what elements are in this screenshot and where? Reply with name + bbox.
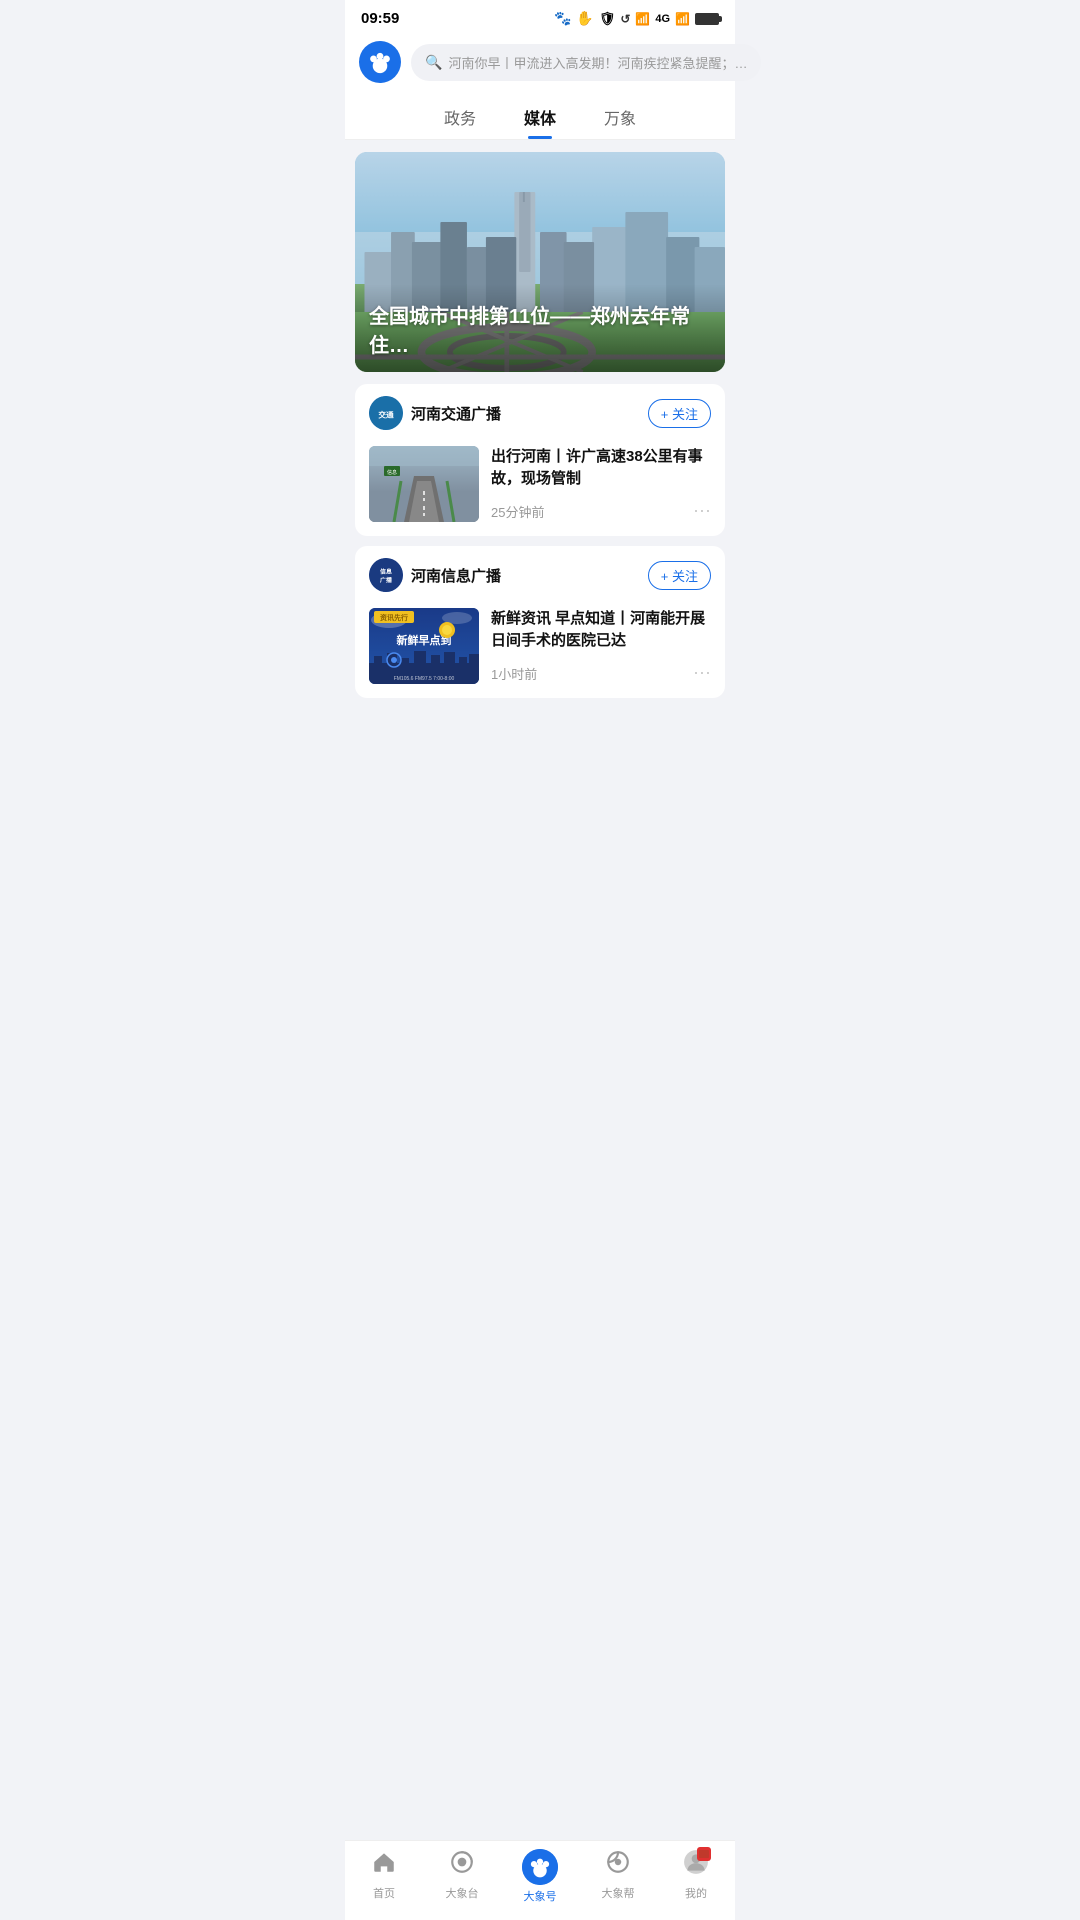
media-source-traffic: 交通 河南交通广播 + 关注 (355, 384, 725, 438)
daxianghao-icon (522, 1849, 558, 1885)
svg-text:交通: 交通 (378, 409, 394, 419)
fresh-thumb-svg: 资讯先行 新鲜早点到 (369, 608, 479, 684)
badge-inner (699, 1850, 709, 1858)
follow-btn-traffic[interactable]: + 关注 (648, 399, 711, 428)
source-left-traffic: 交通 河南交通广播 (369, 396, 501, 430)
source-name-info: 河南信息广播 (411, 565, 501, 586)
tab-politics[interactable]: 政务 (440, 99, 480, 139)
nav-daxiangbang-label: 大象帮 (602, 1885, 635, 1901)
svg-text:信息: 信息 (387, 469, 397, 476)
avatar-wrap (683, 1849, 709, 1882)
news-time-traffic: 25分钟前 (491, 502, 544, 521)
home-icon (371, 1849, 397, 1882)
svg-text:信息: 信息 (380, 567, 392, 575)
news-footer-traffic: 25分钟前 ⋯ (491, 501, 711, 522)
shield-icon: 🛡 (599, 11, 616, 27)
status-icons: 🐾 ✋ 🛡 ↺ 📶 4G 📶 (554, 10, 719, 27)
news-item-traffic[interactable]: 信息 出行河南丨许广高速38公里有事故，现场管制 25分钟前 ⋯ (355, 438, 725, 536)
thumb-fresh-bg: 资讯先行 新鲜早点到 (369, 608, 479, 684)
road-thumb-svg: 信息 (369, 446, 479, 522)
avatar-info-radio: 信息 广播 (369, 558, 403, 592)
traffic-radio-logo: 交通 (369, 396, 403, 430)
bottom-nav: 首页 大象台 大象号 (345, 1840, 735, 1920)
news-thumb-info: 资讯先行 新鲜早点到 (369, 608, 479, 684)
time: 09:59 (361, 10, 399, 27)
daxiangtai-icon (449, 1849, 475, 1882)
media-source-info: 信息 广播 河南信息广播 + 关注 (355, 546, 725, 600)
app-logo[interactable] (359, 41, 401, 83)
paw-logo-icon (367, 49, 393, 75)
avatar-traffic-radio: 交通 (369, 396, 403, 430)
nav-daxianghao[interactable]: 大象号 (510, 1849, 570, 1904)
header: 🔍 河南你早丨甲流进入高发期！河南疾控紧急提醒；… (345, 33, 735, 93)
battery-icon (695, 13, 719, 25)
search-icon: 🔍 (425, 54, 442, 71)
follow-btn-info[interactable]: + 关注 (648, 561, 711, 590)
news-footer-info: 1小时前 ⋯ (491, 663, 711, 684)
nav-mine[interactable]: 我的 (666, 1849, 726, 1904)
main-content: 全国城市中排第11位——郑州去年常住… 交通 河南交通广播 + 关注 (345, 152, 735, 788)
status-bar: 09:59 🐾 ✋ 🛡 ↺ 📶 4G 📶 (345, 0, 735, 33)
nav-daxiangbang[interactable]: 大象帮 (588, 1849, 648, 1904)
tab-world[interactable]: 万象 (600, 99, 640, 139)
news-content-traffic: 出行河南丨许广高速38公里有事故，现场管制 25分钟前 ⋯ (491, 446, 711, 522)
hero-banner[interactable]: 全国城市中排第11位——郑州去年常住… (355, 152, 725, 372)
news-card-info: 信息 广播 河南信息广播 + 关注 (355, 546, 725, 698)
news-title-traffic: 出行河南丨许广高速38公里有事故，现场管制 (491, 446, 711, 490)
paw-icon: 🐾 (554, 10, 571, 27)
4g-label: 4G (655, 13, 670, 25)
nav-daxiangtai[interactable]: 大象台 (432, 1849, 492, 1904)
search-bar[interactable]: 🔍 河南你早丨甲流进入高发期！河南疾控紧急提醒；… (411, 44, 761, 81)
news-card-traffic: 交通 河南交通广播 + 关注 (355, 384, 725, 536)
svg-text:FM105.6 FM97.5 7:00-8:00: FM105.6 FM97.5 7:00-8:00 (394, 676, 455, 682)
info-radio-logo: 信息 广播 (369, 558, 403, 592)
more-btn-info[interactable]: ⋯ (693, 663, 711, 684)
avatar-badge (697, 1847, 711, 1861)
signal-icon: 📶 (675, 12, 690, 26)
search-placeholder-text: 河南你早丨甲流进入高发期！河南疾控紧急提醒；… (448, 53, 747, 72)
news-title-info: 新鲜资讯 早点知道丨河南能开展日间手术的医院已达 (491, 608, 711, 652)
wifi-rotate-icon: ↺ (620, 12, 630, 26)
hero-overlay: 全国城市中排第11位——郑州去年常住… (355, 284, 725, 372)
daxiangbang-icon (605, 1849, 631, 1882)
source-left-info: 信息 广播 河南信息广播 (369, 558, 501, 592)
hero-title: 全国城市中排第11位——郑州去年常住… (369, 300, 711, 358)
news-thumb-traffic: 信息 (369, 446, 479, 522)
tab-media[interactable]: 媒体 (520, 99, 560, 139)
nav-home-label: 首页 (373, 1885, 395, 1901)
thumb-road-bg: 信息 (369, 446, 479, 522)
hand-icon: ✋ (576, 10, 593, 27)
svg-text:广播: 广播 (380, 576, 392, 584)
news-time-info: 1小时前 (491, 664, 537, 683)
news-content-info: 新鲜资讯 早点知道丨河南能开展日间手术的医院已达 1小时前 ⋯ (491, 608, 711, 684)
wifi-icon: 📶 (635, 12, 650, 26)
more-btn-traffic[interactable]: ⋯ (693, 501, 711, 522)
nav-mine-label: 我的 (685, 1885, 707, 1901)
source-name-traffic: 河南交通广播 (411, 403, 501, 424)
news-item-info[interactable]: 资讯先行 新鲜早点到 (355, 600, 725, 698)
nav-daxiangtai-label: 大象台 (446, 1885, 479, 1901)
nav-home[interactable]: 首页 (354, 1849, 414, 1904)
category-tabs: 政务 媒体 万象 (345, 93, 735, 140)
svg-text:资讯先行: 资讯先行 (380, 613, 408, 622)
nav-daxianghao-label: 大象号 (524, 1888, 557, 1904)
